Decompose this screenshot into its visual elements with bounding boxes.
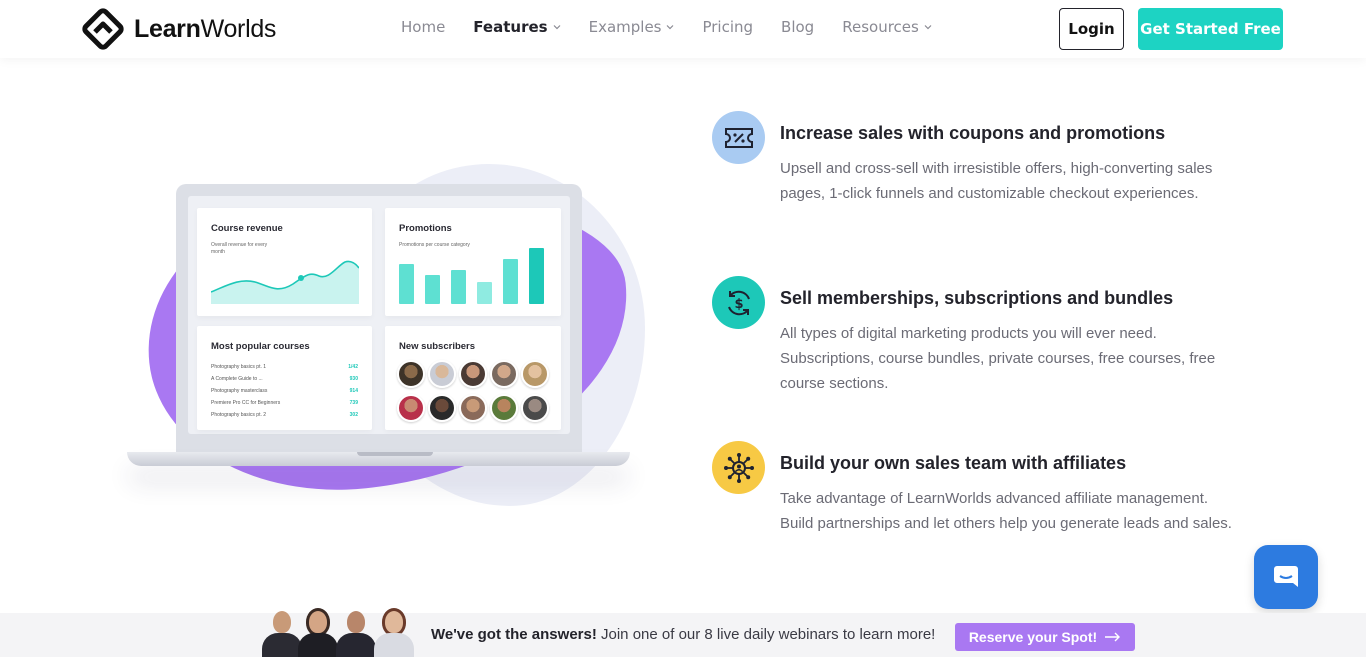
nav-features-label: Features [473,18,548,36]
get-started-button[interactable]: Get Started Free [1138,8,1283,50]
course-row-value: 739 [349,400,358,406]
course-row-name: Photography basics pt. 1 [211,364,267,370]
reserve-spot-button[interactable]: Reserve your Spot! [955,623,1135,651]
nav-home[interactable]: Home [401,18,445,36]
avatar [459,394,487,422]
laptop-base [127,452,630,466]
top-navbar: LearnWorlds Home Features Examples Prici… [0,0,1366,58]
course-row-name: Photography masterclass [211,388,268,394]
avatar [490,360,518,388]
chevron-down-icon [667,25,674,30]
nav-pricing-label: Pricing [702,18,754,36]
nav-blog-label: Blog [781,18,815,36]
new-subscribers-card: New subscribers [385,326,561,430]
subscriber-avatars [397,360,549,422]
dashboard-illustration: Course revenue Overall revenue for every… [110,150,670,530]
revenue-card: Course revenue Overall revenue for every… [197,208,372,316]
affiliate-network-icon [712,441,765,494]
avatar [459,360,487,388]
avatar [397,394,425,422]
logo-icon [82,8,124,50]
svg-text:$: $ [734,297,743,312]
feature-description: Take advantage of LearnWorlds advanced a… [780,490,1232,532]
laptop-screen: Course revenue Overall revenue for every… [188,196,570,434]
nav-resources-label: Resources [842,18,919,36]
nav-home-label: Home [401,18,446,36]
avatar [428,394,456,422]
webinar-banner-bold: We've got the answers! [431,626,597,643]
dollar-cycle-icon: $ [712,276,765,329]
feature-title: Build your own sales team with affiliate… [780,453,1127,473]
chat-bubble-icon [1274,566,1298,587]
chevron-down-icon [553,25,561,30]
main-menu: Home Features Examples Pricing Blog Reso… [401,18,960,36]
course-row-name: Photography basics pt. 2 [211,412,267,418]
webinar-banner: We've got the answers! Join one of our 8… [0,611,1366,657]
course-row-value: 1/42 [348,364,358,370]
nav-pricing[interactable]: Pricing [702,18,753,36]
nav-resources[interactable]: Resources [842,18,932,36]
nav-examples-label: Examples [588,18,662,36]
feature-description: All types of digital marketing products … [780,325,1216,392]
feature-description: Upsell and cross-sell with irresistible … [780,160,1213,202]
brand-logo[interactable]: LearnWorlds [82,8,276,50]
popular-courses-title: Most popular courses [211,341,310,352]
course-row-value: 302 [349,412,358,418]
feature-title: Increase sales with coupons and promotio… [780,123,1166,143]
webinar-banner-text: We've got the answers! Join one of our 8… [431,626,935,643]
nav-features[interactable]: Features [473,18,561,36]
revenue-card-title: Course revenue [211,223,283,234]
nav-examples[interactable]: Examples [589,18,675,36]
revenue-area-chart [211,260,359,304]
course-row-name: A Complete Guide to ... [211,376,263,382]
feature-title: Sell memberships, subscriptions and bund… [780,288,1174,308]
nav-blog[interactable]: Blog [781,18,814,36]
arrow-right-icon [1105,632,1121,642]
chevron-down-icon [924,25,932,30]
avatar [397,360,425,388]
course-row-value: 930 [349,376,358,382]
login-button[interactable]: Login [1059,8,1124,50]
popular-courses-card: Most popular courses Photography basics … [197,326,372,430]
promotions-card-title: Promotions [399,223,452,234]
avatar [521,360,549,388]
promotions-card: Promotions Promotions per course categor… [385,208,561,316]
new-subscribers-title: New subscribers [399,341,476,352]
course-row-name: Premiere Pro CC for Beginners [211,400,281,406]
course-row-value: 914 [349,388,358,394]
reserve-spot-label: Reserve your Spot! [968,629,1098,645]
avatar [428,360,456,388]
coupon-icon [712,111,765,164]
avatar [490,394,518,422]
promotions-bar-chart [399,248,544,304]
brand-wordmark: LearnWorlds [134,14,277,43]
webinar-banner-message: Join one of our 8 live daily webinars to… [596,626,936,643]
chat-widget-button[interactable] [1254,545,1318,609]
laptop-frame: Course revenue Overall revenue for every… [176,184,582,452]
avatar [521,394,549,422]
webinar-hosts-image [262,609,418,657]
